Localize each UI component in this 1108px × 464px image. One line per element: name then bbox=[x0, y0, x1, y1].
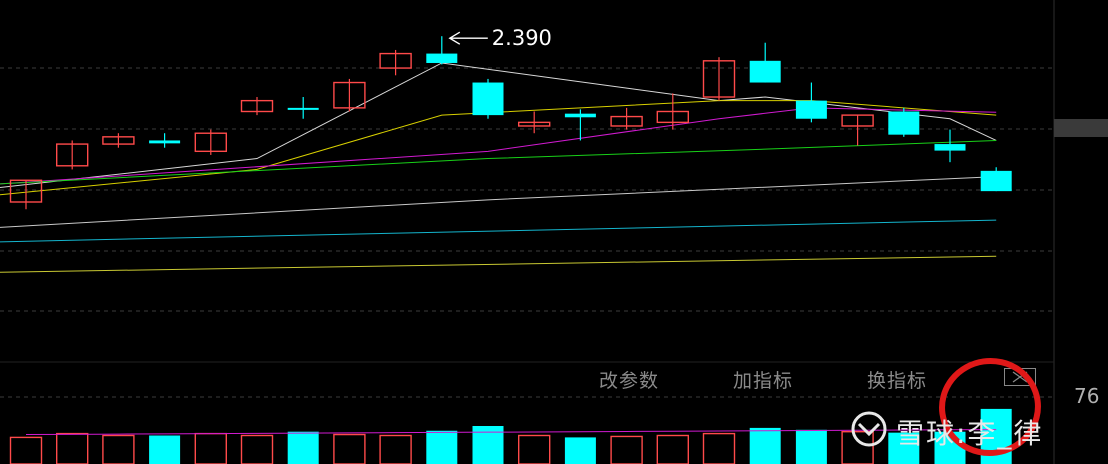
volume-bar bbox=[702, 432, 736, 464]
volume-bar bbox=[749, 427, 781, 464]
volume-bar bbox=[564, 437, 596, 464]
candle-body bbox=[149, 140, 181, 144]
volume-bar bbox=[102, 434, 135, 464]
candle-body bbox=[426, 53, 458, 63]
moving-average-line bbox=[0, 176, 997, 228]
volume-bar bbox=[56, 432, 89, 464]
modify-params-button[interactable]: 改参数 bbox=[599, 366, 659, 393]
volume-bar bbox=[656, 434, 689, 464]
volume-bar bbox=[379, 434, 412, 464]
volume-bar bbox=[149, 435, 181, 464]
watermark-text: 雪球:李_律 bbox=[896, 417, 1044, 450]
moving-average-line bbox=[0, 219, 997, 243]
high-price-label: 2.390 bbox=[492, 26, 552, 50]
candle-body bbox=[980, 170, 1012, 192]
candle-body bbox=[888, 111, 920, 135]
candle-body bbox=[564, 113, 596, 118]
volume-bar bbox=[333, 433, 366, 464]
xueqiu-logo-icon bbox=[851, 411, 887, 447]
candle-body bbox=[472, 82, 504, 116]
volume-bar bbox=[795, 429, 827, 464]
volume-bar bbox=[518, 434, 551, 464]
moving-average-line bbox=[0, 255, 997, 273]
volume-bar bbox=[9, 436, 43, 464]
moving-average-line bbox=[0, 139, 997, 185]
volume-bar bbox=[287, 431, 319, 464]
candle-body bbox=[795, 100, 827, 119]
price-axis-tag bbox=[1054, 119, 1108, 137]
volume-bar bbox=[194, 432, 228, 464]
volume-bar bbox=[426, 430, 458, 464]
switch-indicator-button[interactable]: 换指标 bbox=[867, 366, 927, 393]
moving-average-line bbox=[0, 62, 997, 189]
volume-bar bbox=[240, 434, 274, 464]
candle-body bbox=[287, 107, 319, 110]
volume-axis-label: 76 bbox=[1074, 384, 1100, 408]
add-indicator-button[interactable]: 加指标 bbox=[733, 366, 793, 393]
volume-bar bbox=[610, 435, 643, 464]
candle-body bbox=[934, 144, 966, 151]
candle-body bbox=[749, 60, 781, 83]
